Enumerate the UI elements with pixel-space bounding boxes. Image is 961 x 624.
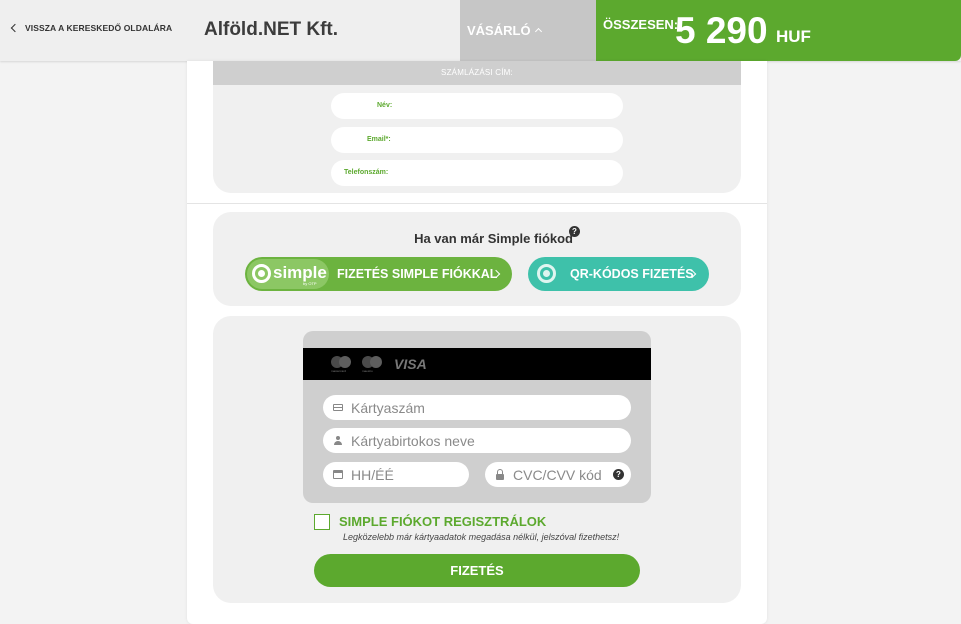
help-icon[interactable]: ? xyxy=(569,226,580,237)
buyer-tab-label: VÁSÁRLÓ xyxy=(467,23,531,38)
pay-with-simple-button[interactable]: simple by OTP FIZETÉS SIMPLE FIÓKKAL xyxy=(245,257,512,291)
visa-logo: VISA xyxy=(394,356,427,372)
chevron-up-icon xyxy=(534,27,542,36)
simple-logo-text: simple xyxy=(273,263,327,282)
register-simple-subtitle: Legközelebb már kártyaadatok megadása né… xyxy=(343,532,620,542)
calendar-icon xyxy=(333,470,343,479)
credit-card-icon xyxy=(333,404,343,411)
section-divider xyxy=(187,203,767,204)
pay-button[interactable]: FIZETÉS xyxy=(314,554,640,587)
simple-account-title: Ha van már Simple fiókod xyxy=(414,231,573,246)
user-icon xyxy=(333,436,343,445)
email-field-label: Email*: xyxy=(367,136,391,143)
back-to-merchant-link[interactable]: VISSZA A KERESKEDŐ OLDALÁRA xyxy=(10,23,173,33)
total-label: ÖSSZESEN: xyxy=(603,17,679,32)
name-field[interactable]: Név: xyxy=(331,93,623,119)
phone-field[interactable]: Telefonszám: xyxy=(331,160,623,186)
lock-icon xyxy=(495,469,505,480)
chevron-left-icon xyxy=(10,23,20,33)
qr-payment-button[interactable]: QR-KÓDOS FIZETÉS xyxy=(528,257,709,291)
merchant-name: Alföld.NET Kft. xyxy=(204,19,339,40)
billing-section-title: SZÁMLÁZÁSI CÍM: xyxy=(213,61,741,85)
card-number-placeholder: Kártyaszám xyxy=(351,400,425,416)
total-amount: 5 290 xyxy=(675,10,768,51)
simple-logo-icon xyxy=(252,264,271,283)
qr-payment-label: QR-KÓDOS FIZETÉS xyxy=(570,267,694,281)
mastercard-caption: mastercard xyxy=(331,369,347,373)
expiry-placeholder: HH/ÉÉ xyxy=(351,467,394,483)
total-box: ÖSSZESEN: 5 290 HUF xyxy=(596,0,961,61)
card-holder-placeholder: Kártyabirtokos neve xyxy=(351,433,475,449)
billing-address-section: SZÁMLÁZÁSI CÍM: Név: Email*: Telefonszám… xyxy=(213,61,741,193)
name-field-label: Név: xyxy=(377,102,393,109)
cvc-input[interactable]: CVC/CVV kód ? xyxy=(485,462,631,487)
card-payment-section: mastercard maestro VISA Kártyaszám Kárty… xyxy=(213,316,741,603)
pay-with-simple-label: FIZETÉS SIMPLE FIÓKKAL xyxy=(337,267,498,281)
back-link-label: VISSZA A KERESKEDŐ OLDALÁRA xyxy=(25,23,173,33)
buyer-tab[interactable]: VÁSÁRLÓ xyxy=(460,0,596,61)
register-simple-label[interactable]: SIMPLE FIÓKOT REGISZTRÁLOK xyxy=(339,514,546,529)
maestro-caption: maestro xyxy=(362,369,373,373)
currency-label: HUF xyxy=(776,27,811,46)
card-number-input[interactable]: Kártyaszám xyxy=(323,395,631,420)
expiry-input[interactable]: HH/ÉÉ xyxy=(323,462,469,487)
register-simple-checkbox[interactable] xyxy=(314,514,330,530)
card-form: mastercard maestro VISA Kártyaszám Kárty… xyxy=(303,331,651,503)
simple-account-section: Ha van már Simple fiókod ? simple by OTP… xyxy=(213,212,741,306)
cvc-placeholder: CVC/CVV kód xyxy=(513,467,602,483)
phone-field-label: Telefonszám: xyxy=(344,169,389,176)
card-brands-strip: mastercard maestro VISA xyxy=(303,348,651,380)
qr-logo-icon xyxy=(537,264,556,283)
top-bar: VISSZA A KERESKEDŐ OLDALÁRA Alföld.NET K… xyxy=(0,0,961,61)
simple-logo: simple by OTP xyxy=(247,259,329,289)
cvc-help-icon[interactable]: ? xyxy=(613,469,624,480)
simple-logo-sub: by OTP xyxy=(303,281,317,286)
payment-panel: SZÁMLÁZÁSI CÍM: Név: Email*: Telefonszám… xyxy=(187,61,767,624)
card-holder-input[interactable]: Kártyabirtokos neve xyxy=(323,428,631,453)
email-field[interactable]: Email*: xyxy=(331,127,623,153)
